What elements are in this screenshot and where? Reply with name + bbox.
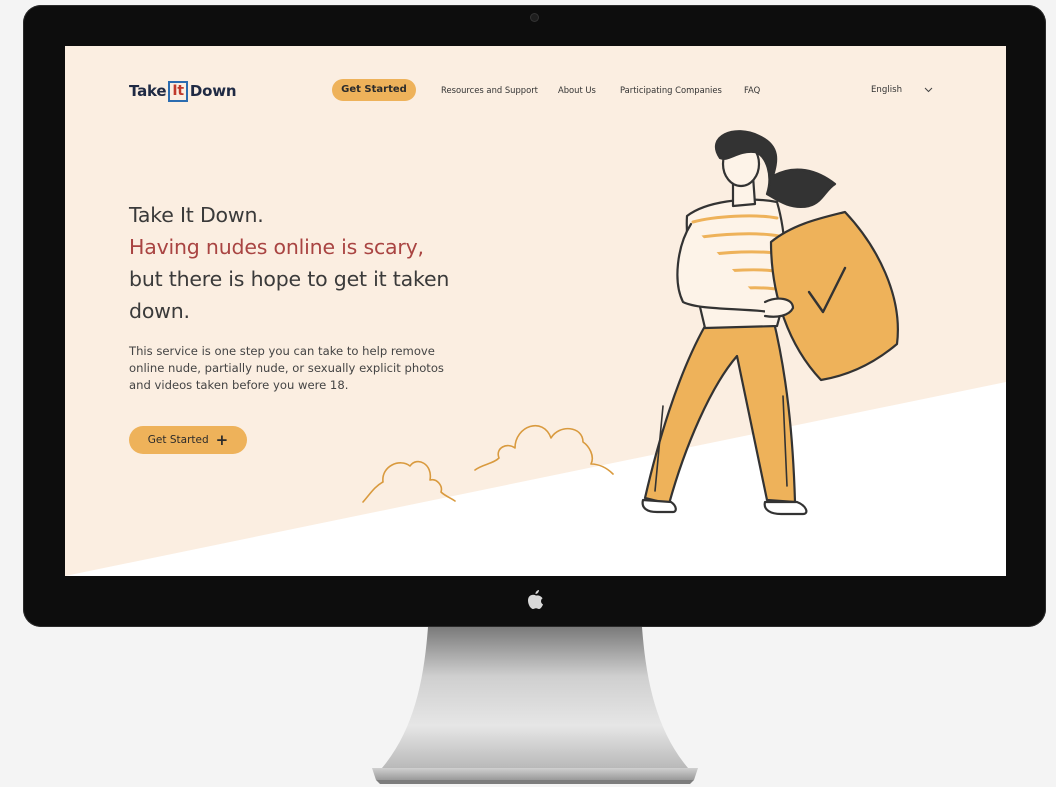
nav-get-started-button[interactable]: Get Started bbox=[332, 79, 416, 101]
monitor-stand bbox=[372, 627, 698, 784]
logo-text-down: Down bbox=[189, 82, 237, 100]
logo-text-it: It bbox=[168, 80, 188, 102]
shield-check-icon bbox=[769, 210, 899, 382]
nav-link-about-us[interactable]: About Us bbox=[558, 83, 596, 97]
language-label: English bbox=[871, 85, 903, 95]
clouds-icon bbox=[362, 425, 614, 503]
nav-link-participating-companies[interactable]: Participating Companies bbox=[620, 83, 722, 97]
nav-link-faq[interactable]: FAQ bbox=[744, 83, 760, 97]
camera-icon bbox=[531, 14, 538, 21]
hero-title: Take It Down. bbox=[129, 203, 264, 227]
language-select[interactable]: English bbox=[871, 83, 933, 97]
logo-text-take: Take bbox=[129, 82, 167, 100]
hero-subtitle-line3: but there is hope to get it taken bbox=[129, 267, 450, 291]
site-logo[interactable]: Take It Down bbox=[129, 79, 237, 103]
nav-link-resources[interactable]: Resources and Support bbox=[441, 83, 538, 97]
hero-cta-label: Get Started bbox=[147, 434, 209, 446]
hero-subtitle-red: Having nudes online is scary, bbox=[129, 235, 424, 259]
hero-get-started-button[interactable]: Get Started + bbox=[129, 426, 247, 454]
hero-description-line1: This service is one step you can take to… bbox=[129, 344, 435, 358]
hero-description-line2: online nude, partially nude, or sexually… bbox=[129, 361, 444, 375]
hero-description-line3: and videos taken before you were 18. bbox=[129, 378, 349, 392]
apple-logo-icon bbox=[528, 590, 543, 609]
woman-holding-shield-icon bbox=[362, 130, 899, 516]
website-screen: Take It Down Get Started Resources and S… bbox=[65, 46, 1006, 576]
hero-subtitle-line4: down. bbox=[129, 299, 190, 323]
plus-icon: + bbox=[215, 430, 229, 449]
chevron-down-icon bbox=[924, 87, 933, 93]
hero-description: This service is one step you can take to… bbox=[129, 343, 469, 394]
